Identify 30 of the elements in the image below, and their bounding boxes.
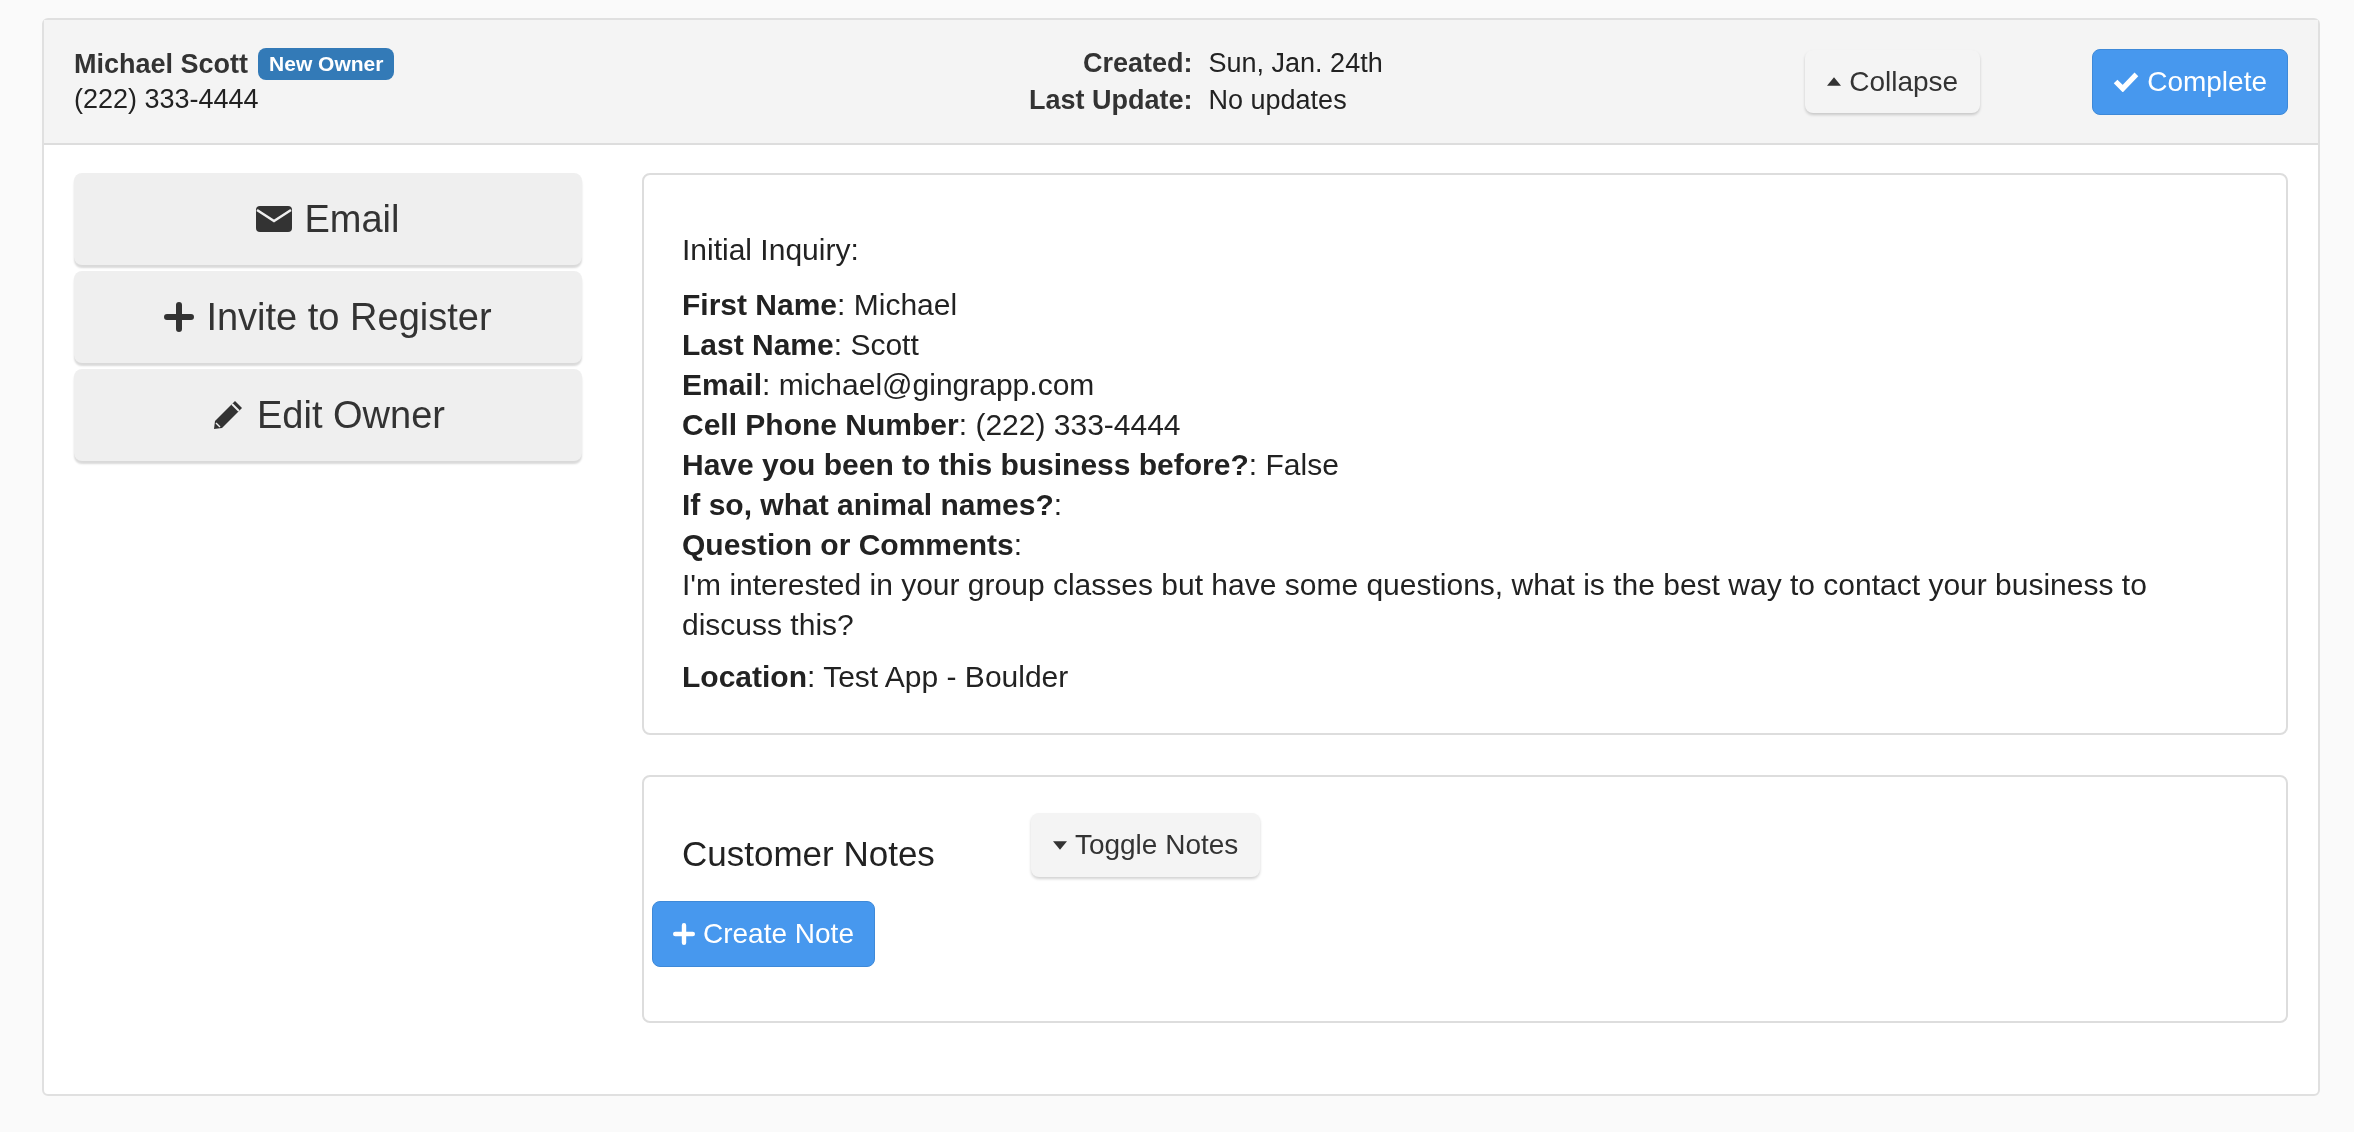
inquiry-field: Email: michael@gingrapp.com: [682, 365, 2248, 405]
inquiry-field: If so, what animal names?:: [682, 485, 2248, 525]
meta-label: Last Update:: [1029, 84, 1193, 116]
inquiry-heading: Initial Inquiry:: [682, 233, 860, 267]
notes-title: Customer Notes: [682, 834, 935, 874]
inquiry-field: Location: Test App - Boulder: [682, 657, 2248, 697]
plus-icon: [164, 302, 195, 332]
owner-badge: New Owner: [258, 48, 395, 80]
inquiry-field: Cell Phone Number: (222) 333-4444: [682, 405, 2248, 445]
owner-phone: (222) 333-4444: [74, 84, 260, 115]
caret-down-icon: [1052, 840, 1067, 850]
pencil-icon: [211, 398, 245, 432]
inquiry-field: Have you been to this business before?: False: [682, 445, 2248, 485]
meta-value: Sun, Jan. 24th: [1208, 47, 1383, 79]
inquiry-field: Last Name: Scott: [682, 325, 2248, 365]
collapse-button[interactable]: Collapse: [1805, 50, 1981, 113]
inquiry-field: I'm interested in your group classes but have some questions, what is the best way to contact your business to discuss this?: [682, 565, 2248, 645]
caret-up-icon: [1827, 77, 1842, 86]
inquiry-field: Question or Comments:: [682, 525, 2248, 565]
edit-owner-button[interactable]: Edit Owner: [74, 369, 582, 461]
meta-label: Created:: [1082, 47, 1193, 79]
check-icon: [2113, 71, 2140, 92]
email-button[interactable]: Email: [74, 173, 582, 265]
inquiry-field: First Name: Michael: [682, 285, 2248, 325]
invite-button[interactable]: Invite to Register: [74, 271, 582, 363]
toggle-notes-button[interactable]: Toggle Notes: [1030, 813, 1261, 877]
plus-icon: [673, 923, 695, 945]
envelope-icon: [256, 206, 293, 232]
owner-name: Michael Scott: [74, 48, 249, 80]
meta-value: No updates: [1208, 84, 1348, 116]
